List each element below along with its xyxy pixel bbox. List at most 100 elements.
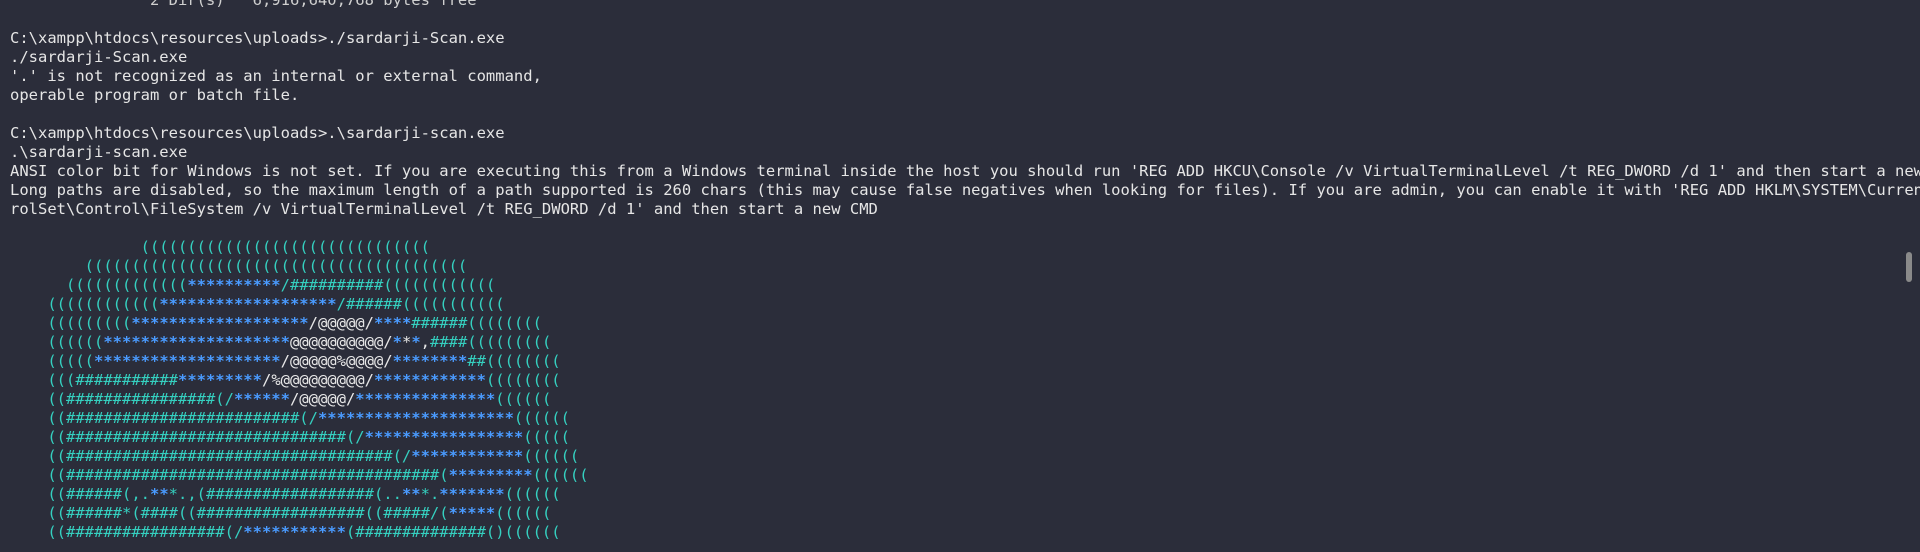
ascii-art-segment: ((((((((((((((((((((((((((((((( bbox=[10, 238, 430, 256]
ascii-art-line: ((((((((((((((((((((((((((((((((((((((((… bbox=[10, 257, 1896, 276]
ascii-art-segment: * bbox=[411, 333, 421, 351]
terminal-line: operable program or batch file. bbox=[10, 86, 300, 104]
ascii-art-segment: / bbox=[336, 295, 346, 313]
ascii-art-segment: ******** bbox=[392, 352, 468, 370]
ascii-art-segment: ********* bbox=[177, 371, 262, 389]
terminal-line: ANSI color bit for Windows is not set. I… bbox=[10, 162, 1920, 180]
ascii-art-segment: *************** bbox=[355, 390, 496, 408]
ascii-art-segment: ((################(/ bbox=[10, 390, 234, 408]
ascii-art-line: ((#################(/***********(#######… bbox=[10, 523, 1896, 542]
ascii-art-line: ((((((((((((*******************/######((… bbox=[10, 295, 1896, 314]
ascii-art-segment: ((######################################… bbox=[10, 466, 449, 484]
ascii-art-segment: ******* bbox=[439, 485, 505, 503]
ascii-art-segment: ##(((((((( bbox=[467, 352, 561, 370]
ascii-art-segment: ****** bbox=[233, 390, 290, 408]
ascii-art-segment: ******************* bbox=[131, 314, 309, 332]
ascii-art-segment: ******************* bbox=[159, 295, 337, 313]
ascii-art-segment: (((((( bbox=[504, 485, 561, 503]
terminal-output: 2 Dir(s) 6,916,640,768 bytes free C:\xamp… bbox=[10, 0, 1920, 542]
scrollbar-thumb[interactable] bbox=[1906, 252, 1912, 282]
ascii-art-line: (((((((((((((**********/##########((((((… bbox=[10, 276, 1896, 295]
ascii-art-segment: * bbox=[392, 333, 402, 351]
ascii-art-line: ((################(/******/@@@@@/*******… bbox=[10, 390, 1896, 409]
ascii-art-segment: ((((((((( bbox=[10, 314, 132, 332]
ascii-art-line: ((##############################(/******… bbox=[10, 428, 1896, 447]
ascii-art-segment: (((((((((((( bbox=[10, 295, 160, 313]
ascii-art-segment: ####((((((((( bbox=[430, 333, 552, 351]
ascii-art-segment: ###### bbox=[345, 295, 402, 313]
ascii-art-segment: ** bbox=[401, 485, 421, 503]
ascii-art-segment: ((((((((((((((((((((((((((((((((((((((((… bbox=[10, 257, 468, 275]
ascii-art-segment: ((( bbox=[10, 371, 76, 389]
ascii-art-segment: ######(((((((( bbox=[411, 314, 542, 332]
ascii-art-line: ((((((((((((((((((((((((((((((( bbox=[10, 238, 1896, 257]
ascii-art-segment: (##############()(((((( bbox=[345, 523, 561, 541]
ascii-art-segment: *. bbox=[420, 485, 440, 503]
ascii-art-logo: ((((((((((((((((((((((((((((((( ((((((((… bbox=[10, 238, 1896, 542]
ascii-art-segment: (((((((((((( bbox=[383, 276, 496, 294]
ascii-art-segment: ((###################################(/ bbox=[10, 447, 412, 465]
terminal-line: ./sardarji-Scan.exe bbox=[10, 48, 188, 66]
ascii-art-segment: ******************** bbox=[103, 333, 290, 351]
ascii-art-line: ((((((********************@@@@@@@@@@/***… bbox=[10, 333, 1896, 352]
ascii-art-line: ((######*(####((##################((####… bbox=[10, 504, 1896, 523]
terminal-line: C:\xampp\htdocs\resources\uploads>.\sard… bbox=[10, 124, 505, 142]
ascii-art-segment: ((((((((((((( bbox=[10, 276, 188, 294]
ascii-art-segment: ************ bbox=[411, 447, 524, 465]
ascii-art-line: (((((********************/@@@@@%@@@@/***… bbox=[10, 352, 1896, 371]
ascii-art-segment: / bbox=[280, 276, 290, 294]
terminal-window[interactable]: 2 Dir(s) 6,916,640,768 bytes free C:\xamp… bbox=[0, 0, 1920, 552]
ascii-art-segment: ((#################(/ bbox=[10, 523, 244, 541]
ascii-art-segment: *.,(##################(.. bbox=[168, 485, 402, 503]
ascii-art-line: (((###########*********/%@@@@@@@@@/*****… bbox=[10, 371, 1896, 390]
ascii-art-line: ((#########################(/***********… bbox=[10, 409, 1896, 428]
terminal-line: rolSet\Control\FileSystem /v VirtualTerm… bbox=[10, 200, 878, 218]
ascii-art-segment: ((((( bbox=[523, 428, 570, 446]
ascii-art-segment: , bbox=[420, 333, 430, 351]
ascii-art-segment: /@@@@@/ bbox=[289, 390, 356, 408]
terminal-line: '.' is not recognized as an internal or … bbox=[10, 67, 542, 85]
ascii-art-line: (((((((((*******************/@@@@@/****#… bbox=[10, 314, 1896, 333]
terminal-line: C:\xampp\htdocs\resources\uploads>./sard… bbox=[10, 29, 505, 47]
ascii-art-segment: ********************* bbox=[317, 409, 514, 427]
ascii-art-segment: (((((( bbox=[495, 390, 552, 408]
ascii-art-segment: ********** bbox=[187, 276, 281, 294]
ascii-art-segment: ((#########################(/ bbox=[10, 409, 318, 427]
ascii-art-segment: ************ bbox=[373, 371, 486, 389]
terminal-line: .\sardarji-scan.exe bbox=[10, 143, 188, 161]
ascii-art-segment: ((######*(####((##################((####… bbox=[10, 504, 449, 522]
ascii-art-segment: (((((( bbox=[513, 409, 570, 427]
ascii-art-segment: ((######(,. bbox=[10, 485, 150, 503]
ascii-art-segment: ((##############################(/ bbox=[10, 428, 365, 446]
ascii-art-segment: ********* bbox=[448, 466, 533, 484]
ascii-art-segment: ########## bbox=[289, 276, 384, 294]
ascii-art-segment: ########### bbox=[75, 371, 178, 389]
ascii-art-segment: ** bbox=[149, 485, 169, 503]
ascii-art-segment: ***** bbox=[448, 504, 496, 522]
ascii-art-segment: /@@@@@%@@@@/ bbox=[280, 352, 393, 370]
ascii-art-segment: *********** bbox=[243, 523, 346, 541]
scrollbar[interactable] bbox=[1906, 0, 1914, 552]
ascii-art-segment: (((((( bbox=[10, 333, 104, 351]
terminal-line: Long paths are disabled, so the maximum … bbox=[10, 181, 1920, 199]
ascii-art-segment: ******************** bbox=[94, 352, 281, 370]
ascii-art-segment: ((((( bbox=[10, 352, 94, 370]
ascii-art-segment: /@@@@@/ bbox=[308, 314, 374, 332]
ascii-art-segment: * bbox=[401, 333, 412, 351]
ascii-art-segment: (((((( bbox=[523, 447, 580, 465]
ascii-art-segment: (((((( bbox=[532, 466, 589, 484]
ascii-art-segment: (((((((( bbox=[485, 371, 561, 389]
ascii-art-line: ((###################################(/*… bbox=[10, 447, 1896, 466]
ascii-art-segment: /%@@@@@@@@@/ bbox=[261, 371, 374, 389]
ascii-art-segment: ***************** bbox=[364, 428, 524, 446]
ascii-art-segment: ((((((((((( bbox=[401, 295, 505, 313]
ascii-art-segment: (((((( bbox=[495, 504, 552, 522]
ascii-art-line: ((######(,.***.,(##################(..**… bbox=[10, 485, 1896, 504]
ascii-art-segment: **** bbox=[373, 314, 412, 332]
terminal-line: 2 Dir(s) 6,916,640,768 bytes free bbox=[10, 0, 477, 9]
ascii-art-line: ((######################################… bbox=[10, 466, 1896, 485]
ascii-art-segment: @@@@@@@@@@/ bbox=[289, 333, 393, 351]
